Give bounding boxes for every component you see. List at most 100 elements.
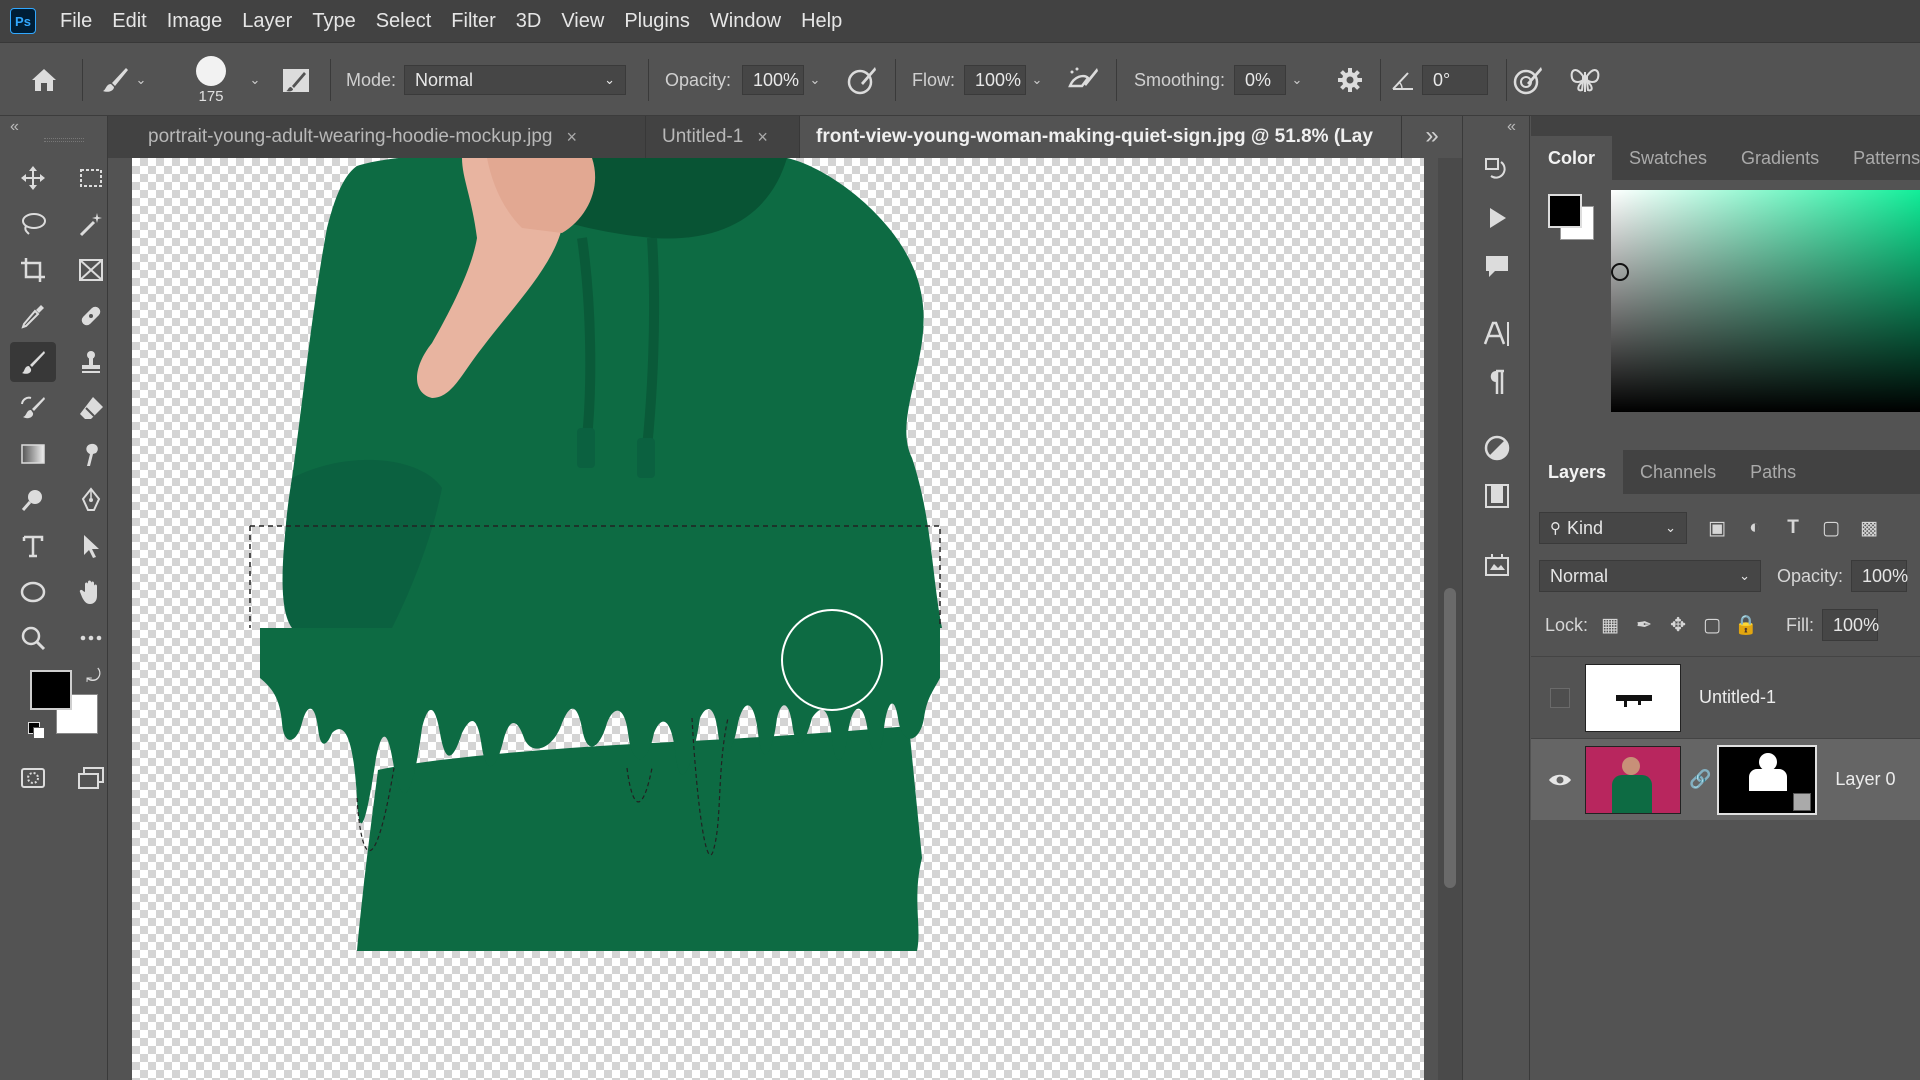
- panel-foreground-swatch[interactable]: [1548, 194, 1582, 228]
- menu-help[interactable]: Help: [791, 0, 852, 42]
- actions-panel-button[interactable]: [1477, 198, 1517, 238]
- home-button[interactable]: [28, 43, 60, 117]
- tab-channels[interactable]: Channels: [1623, 450, 1733, 494]
- filter-adjustment-icon[interactable]: ◐: [1739, 512, 1771, 544]
- tab-patterns[interactable]: Patterns: [1836, 136, 1920, 180]
- layer-row-untitled-1[interactable]: Untitled-1: [1531, 656, 1920, 738]
- brush-tool[interactable]: [10, 342, 56, 382]
- properties-panel-button[interactable]: [1477, 544, 1517, 584]
- foreground-color-swatch[interactable]: [30, 670, 72, 710]
- lock-position-icon[interactable]: ✥: [1662, 609, 1694, 641]
- layer-name[interactable]: Untitled-1: [1699, 687, 1776, 708]
- eye-icon[interactable]: [1547, 767, 1573, 793]
- opacity-input[interactable]: 100%: [742, 65, 804, 95]
- lock-pixels-icon[interactable]: ✒: [1628, 609, 1660, 641]
- gradient-tool[interactable]: [10, 434, 56, 474]
- symmetry-button[interactable]: [1568, 43, 1602, 117]
- chevron-down-icon[interactable]: ⌄: [244, 65, 266, 95]
- move-tool[interactable]: [10, 158, 56, 198]
- layer-name[interactable]: Layer 0: [1835, 769, 1895, 790]
- menu-select[interactable]: Select: [366, 0, 442, 42]
- blend-mode-select[interactable]: Normal ⌄: [1539, 560, 1761, 592]
- paragraph-panel-button[interactable]: [1477, 362, 1517, 402]
- layer-mask-thumbnail[interactable]: [1717, 744, 1818, 815]
- airbrush-toggle[interactable]: [1066, 43, 1100, 117]
- comments-panel-button[interactable]: [1477, 246, 1517, 286]
- adjustment-icon: [1484, 435, 1510, 461]
- history-brush-tool[interactable]: [10, 388, 56, 428]
- tab-layers[interactable]: Layers: [1531, 450, 1624, 494]
- menu-type[interactable]: Type: [302, 0, 365, 42]
- chevron-down-icon[interactable]: ⌄: [804, 65, 826, 95]
- menu-view[interactable]: View: [551, 0, 614, 42]
- pressure-opacity-toggle[interactable]: [846, 43, 878, 117]
- tab-swatches[interactable]: Swatches: [1612, 136, 1724, 180]
- close-icon[interactable]: ×: [567, 127, 578, 148]
- tabs-overflow-button[interactable]: »: [1402, 116, 1462, 158]
- menu-filter[interactable]: Filter: [441, 0, 505, 42]
- collapse-icon-strip-button[interactable]: «: [1507, 118, 1516, 136]
- tab-gradients[interactable]: Gradients: [1724, 136, 1836, 180]
- chevron-down-icon[interactable]: ⌄: [1286, 65, 1308, 95]
- layer-kind-filter[interactable]: ⚲ Kind ⌄: [1539, 512, 1687, 544]
- pressure-size-toggle[interactable]: [1512, 43, 1544, 117]
- mode-select[interactable]: Normal ⌄: [404, 65, 626, 95]
- close-icon[interactable]: ×: [757, 127, 768, 148]
- layer-opacity-input[interactable]: 100%: [1851, 560, 1908, 592]
- default-colors-icon[interactable]: [28, 722, 46, 740]
- link-icon[interactable]: 🔗: [1689, 769, 1711, 790]
- filter-shape-icon[interactable]: ▢: [1815, 512, 1847, 544]
- zoom-tool[interactable]: [10, 618, 56, 658]
- menu-edit[interactable]: Edit: [102, 0, 156, 42]
- filter-pixel-icon[interactable]: ▣: [1701, 512, 1733, 544]
- dodge-tool[interactable]: [10, 480, 56, 520]
- vertical-scrollbar[interactable]: [1438, 158, 1462, 1080]
- ellipse-icon: [20, 581, 46, 603]
- angle-input[interactable]: 0°: [1422, 65, 1488, 95]
- menu-window[interactable]: Window: [700, 0, 791, 42]
- crop-tool[interactable]: [10, 250, 56, 290]
- scrollbar-thumb[interactable]: [1444, 588, 1456, 888]
- eyedropper-tool[interactable]: [10, 296, 56, 336]
- menu-layer[interactable]: Layer: [232, 0, 302, 42]
- lock-transparent-icon[interactable]: ▦: [1594, 609, 1626, 641]
- type-tool[interactable]: [10, 526, 56, 566]
- chevron-down-icon[interactable]: ⌄: [1026, 65, 1048, 95]
- libraries-icon: [1485, 484, 1509, 508]
- menu-plugins[interactable]: Plugins: [614, 0, 700, 42]
- color-picker-handle[interactable]: [1611, 263, 1629, 281]
- filter-type-icon[interactable]: T: [1777, 512, 1809, 544]
- swap-colors-icon[interactable]: ⤾: [86, 666, 101, 687]
- tab-paths[interactable]: Paths: [1733, 450, 1813, 494]
- layer-row-layer-0[interactable]: 🔗 Layer 0: [1531, 738, 1920, 820]
- tab-hoodie-mockup[interactable]: portrait-young-adult-wearing-hoodie-mock…: [108, 116, 646, 158]
- tab-color[interactable]: Color: [1531, 136, 1612, 180]
- lasso-tool[interactable]: [10, 204, 56, 244]
- smoothing-options-button[interactable]: [1336, 43, 1364, 117]
- quick-mask-button[interactable]: [10, 758, 56, 798]
- menu-image[interactable]: Image: [157, 0, 233, 42]
- fill-input[interactable]: 100%: [1822, 609, 1879, 641]
- tool-preset-picker[interactable]: ⌄: [100, 43, 152, 117]
- smoothing-input[interactable]: 0%: [1234, 65, 1286, 95]
- ellipse-tool[interactable]: [10, 572, 56, 612]
- flow-input[interactable]: 100%: [964, 65, 1026, 95]
- tab-quiet-sign[interactable]: front-view-young-woman-making-quiet-sign…: [800, 116, 1402, 158]
- brush-settings-toggle[interactable]: [280, 43, 312, 117]
- libraries-panel-button[interactable]: [1477, 476, 1517, 516]
- history-panel-button[interactable]: [1477, 150, 1517, 190]
- lock-all-icon[interactable]: 🔒: [1730, 609, 1762, 641]
- lock-artboard-icon[interactable]: ▢: [1696, 609, 1728, 641]
- right-panels: Color Swatches Gradients Patterns Layers…: [1531, 116, 1920, 1080]
- brush-size-picker[interactable]: 175: [196, 43, 226, 117]
- character-panel-button[interactable]: [1477, 314, 1517, 354]
- document-canvas[interactable]: [132, 158, 1424, 1080]
- filter-smart-object-icon[interactable]: ▩: [1853, 512, 1885, 544]
- color-field[interactable]: [1611, 190, 1920, 412]
- menu-file[interactable]: File: [50, 0, 102, 42]
- adjustments-panel-button[interactable]: [1477, 428, 1517, 468]
- collapse-toolbar-button[interactable]: «: [10, 118, 19, 136]
- visibility-toggle-off[interactable]: [1547, 685, 1573, 711]
- menu-3d[interactable]: 3D: [506, 0, 552, 42]
- tab-untitled-1[interactable]: Untitled-1 ×: [646, 116, 800, 158]
